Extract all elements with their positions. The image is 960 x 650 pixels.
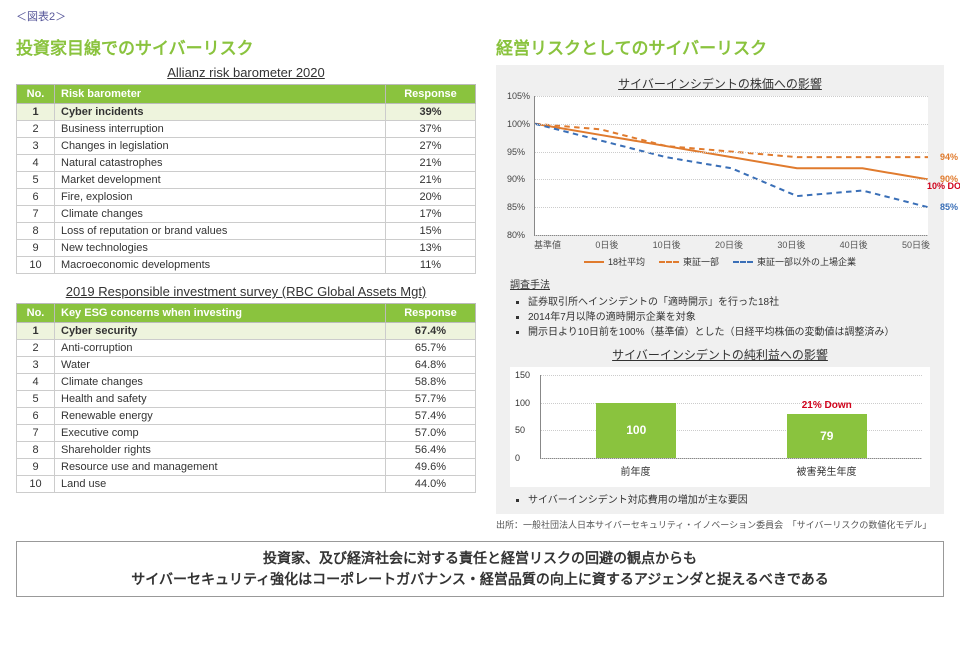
table-row: 10Macroeconomic developments11%: [17, 257, 476, 274]
th-label: Risk barometer: [55, 85, 386, 104]
bar: 7921% Down: [787, 414, 867, 458]
note-item: 証券取引所へインシデントの「適時開示」を行った18社: [528, 293, 930, 308]
survey-method-notes: 調査手法 証券取引所へインシデントの「適時開示」を行った18社2014年7月以降…: [510, 276, 930, 338]
th-no: No.: [17, 304, 55, 323]
th-label: Key ESG concerns when investing: [55, 304, 386, 323]
conclusion-box: 投資家、及び経済社会に対する責任と経営リスクの回避の観点からも サイバーセキュリ…: [16, 541, 944, 597]
charts-panel: サイバーインシデントの株価への影響 80%85%90%95%100%105%90…: [496, 65, 944, 514]
conclusion-line1: 投資家、及び経済社会に対する責任と経営リスクの回避の観点からも: [29, 548, 931, 569]
stock-line-chart: 80%85%90%95%100%105%90%94%85%10% DOWN: [534, 96, 928, 236]
table-row: 1Cyber incidents39%: [17, 104, 476, 121]
table2-caption: 2019 Responsible investment survey (RBC …: [16, 284, 476, 299]
th-resp: Response: [386, 304, 476, 323]
table-row: 9New technologies13%: [17, 240, 476, 257]
bar-chart-note: サイバーインシデント対応費用の増加が主な要因: [528, 491, 930, 506]
bar: 100: [596, 403, 676, 458]
right-section-title: 経営リスクとしてのサイバーリスク: [496, 34, 944, 59]
note-item: 2014年7月以降の適時開示企業を対象: [528, 308, 930, 323]
table-row: 3Water64.8%: [17, 357, 476, 374]
two-column-layout: 投資家目線でのサイバーリスク Allianz risk barometer 20…: [16, 34, 944, 531]
table-row: 4Natural catastrophes21%: [17, 155, 476, 172]
table-row: 6Renewable energy57.4%: [17, 408, 476, 425]
th-resp: Response: [386, 85, 476, 104]
source-citation: 出所：一般社団法人日本サイバーセキュリティ・イノベーション委員会 「サイバーリス…: [496, 518, 944, 531]
table-row: 5Health and safety57.7%: [17, 391, 476, 408]
allianz-table: No. Risk barometer Response 1Cyber incid…: [16, 84, 476, 274]
table-row: 1Cyber security67.4%: [17, 323, 476, 340]
table-row: 8Loss of reputation or brand values15%: [17, 223, 476, 240]
profit-bar-chart: 0501001501007921% Down 前年度被害発生年度: [510, 367, 930, 487]
table-row: 2Anti-corruption65.7%: [17, 340, 476, 357]
rbc-table: No. Key ESG concerns when investing Resp…: [16, 303, 476, 493]
table-row: 4Climate changes58.8%: [17, 374, 476, 391]
table-row: 9Resource use and management49.6%: [17, 459, 476, 476]
notes-heading: 調査手法: [510, 276, 930, 291]
line-chart-legend: 18社平均東証一部東証一部以外の上場企業: [510, 255, 930, 268]
figure-label: ＜図表2＞: [16, 8, 944, 24]
table-row: 3Changes in legislation27%: [17, 138, 476, 155]
table-row: 6Fire, explosion20%: [17, 189, 476, 206]
table-row: 5Market development21%: [17, 172, 476, 189]
line-chart-xaxis: 基準値0日後10日後20日後30日後40日後50日後: [534, 238, 930, 251]
right-column: 経営リスクとしてのサイバーリスク サイバーインシデントの株価への影響 80%85…: [496, 34, 944, 531]
note-item: 開示日より10日前を100%（基準値）とした（日経平均株価の変動値は調整済み）: [528, 323, 930, 338]
table-row: 8Shareholder rights56.4%: [17, 442, 476, 459]
table1-caption: Allianz risk barometer 2020: [16, 65, 476, 80]
table-row: 7Climate changes17%: [17, 206, 476, 223]
table-row: 2Business interruption37%: [17, 121, 476, 138]
bar-chart-title: サイバーインシデントの純利益への影響: [510, 346, 930, 363]
line-chart-title: サイバーインシデントの株価への影響: [510, 75, 930, 92]
table-row: 7Executive comp57.0%: [17, 425, 476, 442]
left-section-title: 投資家目線でのサイバーリスク: [16, 34, 476, 59]
left-column: 投資家目線でのサイバーリスク Allianz risk barometer 20…: [16, 34, 476, 531]
table-row: 10Land use44.0%: [17, 476, 476, 493]
conclusion-line2: サイバーセキュリティ強化はコーポレートガバナンス・経営品質の向上に資するアジェン…: [29, 569, 931, 590]
th-no: No.: [17, 85, 55, 104]
